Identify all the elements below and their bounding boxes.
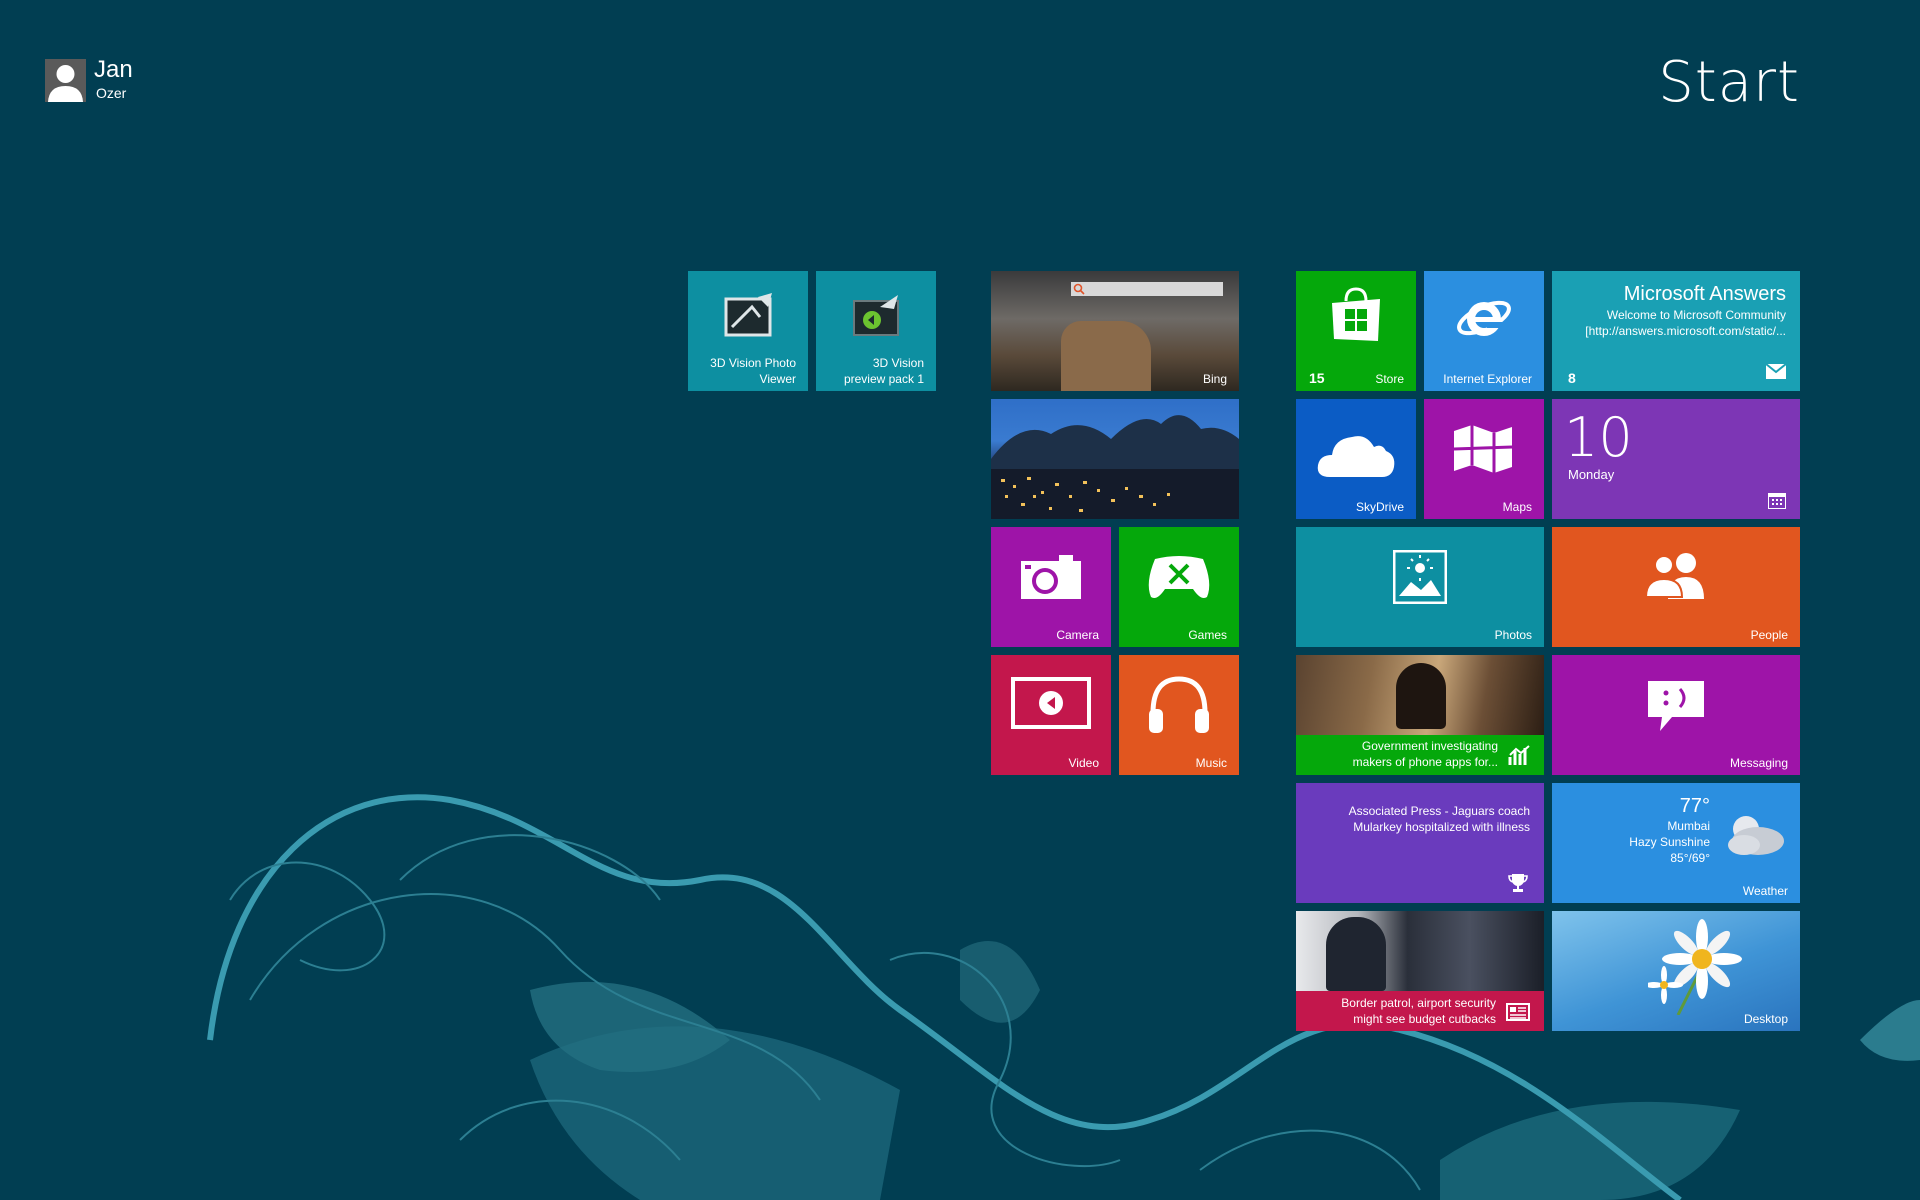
weather-city: Mumbai — [1667, 819, 1710, 833]
maps-label: Maps — [1502, 500, 1532, 514]
tile-games[interactable]: Games — [1119, 527, 1239, 647]
headphones-icon — [1147, 673, 1211, 735]
sports-line1: Associated Press - Jaguars coach — [1348, 804, 1530, 818]
answers-badge: 8 — [1568, 370, 1576, 386]
messaging-label: Messaging — [1729, 756, 1788, 770]
weather-temperature: 77° — [1679, 795, 1710, 817]
tile-music[interactable]: Music — [1119, 655, 1239, 775]
finance-news-line1: Government investigating — [1361, 739, 1498, 753]
calendar-icon — [1768, 493, 1786, 509]
desktop-label: Desktop — [1743, 1012, 1788, 1026]
messaging-icon — [1646, 679, 1706, 733]
video-player-icon — [1011, 677, 1091, 729]
news-officer-figure — [1326, 917, 1386, 991]
user-icon — [48, 65, 83, 102]
tile-internet-explorer[interactable]: Internet Explorer — [1424, 271, 1544, 391]
people-icon — [1644, 551, 1710, 599]
skydrive-label: SkyDrive — [1355, 500, 1404, 514]
tile-maps[interactable]: Maps — [1424, 399, 1544, 519]
tile-skydrive[interactable]: SkyDrive — [1296, 399, 1416, 519]
tile-weather[interactable]: 77° Mumbai Hazy Sunshine 85°/69° Weather — [1552, 783, 1800, 903]
newspaper-icon — [1506, 1003, 1530, 1021]
tile-camera[interactable]: Camera — [991, 527, 1111, 647]
weather-range: 85°/69° — [1670, 851, 1710, 865]
weather-label: Weather — [1742, 884, 1788, 898]
xbox-controller-icon — [1145, 553, 1213, 601]
tile-video[interactable]: Video — [991, 655, 1111, 775]
3d-vision-preview-line2: preview pack 1 — [843, 372, 924, 386]
answers-title: Microsoft Answers — [1623, 283, 1786, 305]
tile-3d-vision-preview[interactable]: 3D Vision preview pack 1 — [816, 271, 936, 391]
video-label: Video — [1068, 756, 1099, 770]
answers-line1: Welcome to Microsoft Community — [1606, 308, 1786, 322]
3d-vision-preview-line1: 3D Vision — [872, 356, 924, 370]
store-badge: 15 — [1309, 370, 1325, 386]
user-last-name: Ozer — [96, 85, 127, 101]
finance-news-line2: makers of phone apps for... — [1352, 755, 1498, 769]
user-first-name: Jan — [94, 56, 133, 83]
tile-desktop[interactable]: Desktop — [1552, 911, 1800, 1031]
tile-bing[interactable]: Bing — [991, 271, 1239, 391]
news-line2: might see budget cutbacks — [1353, 1012, 1496, 1026]
avatar — [45, 59, 86, 102]
calendar-day-name: Monday — [1568, 467, 1615, 482]
store-label: Store — [1375, 372, 1404, 386]
tile-store[interactable]: Store 15 — [1296, 271, 1416, 391]
user-account[interactable]: Jan Ozer — [45, 56, 145, 104]
maps-icon — [1452, 423, 1514, 475]
photo-icon — [1393, 550, 1447, 604]
tile-calendar[interactable]: 10 Monday — [1552, 399, 1800, 519]
store-bag-icon — [1328, 285, 1384, 345]
tile-news[interactable]: Border patrol, airport security might se… — [1296, 911, 1544, 1031]
tile-people[interactable]: People — [1552, 527, 1800, 647]
daisy-flower-icon — [1648, 915, 1758, 1015]
games-label: Games — [1188, 628, 1227, 642]
calendar-day-number: 10 — [1564, 406, 1633, 469]
mail-icon — [1766, 364, 1786, 379]
finance-news-person — [1396, 663, 1446, 729]
trophy-icon — [1508, 873, 1528, 893]
3d-vision-viewer-line2: Viewer — [759, 372, 796, 386]
bing-search-box — [1071, 282, 1223, 296]
internet-explorer-label: Internet Explorer — [1443, 372, 1532, 386]
hazy-sun-icon — [1724, 811, 1786, 859]
search-icon — [1073, 283, 1085, 295]
tile-sports[interactable]: Associated Press - Jaguars coach Mularke… — [1296, 783, 1544, 903]
music-label: Music — [1195, 756, 1227, 770]
tile-travel[interactable] — [991, 399, 1239, 519]
tile-photos[interactable]: Photos — [1296, 527, 1544, 647]
internet-explorer-icon — [1455, 289, 1513, 347]
tile-3d-vision-photo-viewer[interactable]: 3D Vision Photo Viewer — [688, 271, 808, 391]
3d-vision-preview-icon — [852, 293, 902, 337]
camera-icon — [1021, 553, 1081, 599]
bing-label: Bing — [1202, 372, 1227, 386]
page-title: Start — [1658, 50, 1800, 115]
tile-microsoft-answers[interactable]: Microsoft Answers Welcome to Microsoft C… — [1552, 271, 1800, 391]
3d-vision-photo-viewer-icon — [722, 293, 774, 339]
weather-condition: Hazy Sunshine — [1629, 835, 1710, 849]
news-line1: Border patrol, airport security — [1341, 996, 1496, 1010]
sports-line2: Mularkey hospitalized with illness — [1353, 820, 1530, 834]
tile-messaging[interactable]: Messaging — [1552, 655, 1800, 775]
people-label: People — [1750, 628, 1788, 642]
3d-vision-viewer-line1: 3D Vision Photo — [710, 356, 796, 370]
photos-label: Photos — [1494, 628, 1532, 642]
finance-chart-icon — [1508, 745, 1530, 765]
bing-cliff-art — [1061, 321, 1151, 391]
tile-finance-news[interactable]: Government investigating makers of phone… — [1296, 655, 1544, 775]
cloud-icon — [1316, 427, 1396, 479]
travel-city-photo — [991, 415, 1239, 519]
camera-label: Camera — [1056, 628, 1099, 642]
answers-line2: [http://answers.microsoft.com/static/... — [1585, 324, 1786, 338]
